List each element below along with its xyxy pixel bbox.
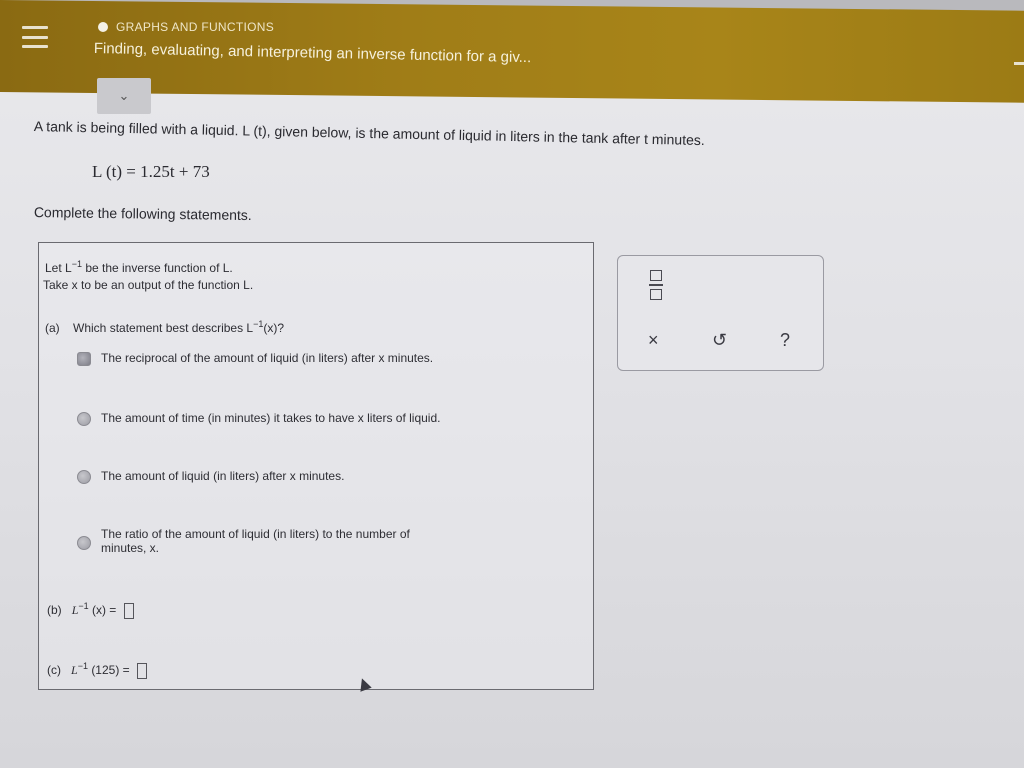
problem-prompt: A tank is being filled with a liquid. L … [33, 118, 705, 149]
option-reciprocal[interactable]: The reciprocal of the amount of liquid (… [77, 351, 433, 366]
radio-button[interactable] [77, 352, 91, 366]
answer-box-b[interactable] [123, 602, 134, 619]
math-toolbar: × ↺ ? [617, 255, 824, 371]
part-b: (b) L−1 (x) = [47, 601, 134, 619]
option-ratio[interactable]: The ratio of the amount of liquid (in li… [77, 527, 410, 555]
problem-equation: L (t) = 1.25t + 73 [92, 162, 210, 181]
clear-button[interactable]: × [648, 330, 659, 351]
right-edge-mark [1014, 62, 1024, 65]
option-label: The ratio of the amount of liquid (in li… [101, 527, 410, 555]
section-title: GRAPHS AND FUNCTIONS [116, 20, 275, 34]
part-a-question: (a) Which statement best describes L−1(x… [45, 319, 285, 335]
option-time[interactable]: The amount of time (in minutes) it takes… [77, 411, 440, 426]
radio-button[interactable] [77, 470, 91, 484]
section-label: GRAPHS AND FUNCTIONS [98, 20, 274, 34]
option-amount[interactable]: The amount of liquid (in liters) after x… [77, 469, 344, 484]
question-box: Let L−1 be the inverse function of L. Ta… [38, 242, 594, 690]
help-button[interactable]: ? [780, 330, 790, 351]
option-label: The amount of liquid (in liters) after x… [101, 469, 345, 483]
option-label: The reciprocal of the amount of liquid (… [101, 351, 434, 365]
radio-button[interactable] [77, 412, 91, 426]
let-line: Let L−1 be the inverse function of L. [45, 259, 233, 275]
expand-button[interactable]: ⌄ [97, 78, 151, 114]
problem-instructions: Complete the following statements. [33, 204, 252, 224]
option-label: The amount of time (in minutes) it takes… [101, 411, 441, 425]
answer-box-c[interactable] [137, 662, 148, 679]
take-line: Take x to be an output of the function L… [43, 278, 254, 292]
menu-icon[interactable] [22, 26, 48, 48]
radio-button[interactable] [77, 536, 91, 550]
chevron-down-icon: ⌄ [118, 88, 130, 103]
section-dot-icon [98, 22, 108, 32]
undo-button[interactable]: ↺ [712, 330, 727, 351]
part-c: (c) L−1 (125) = [47, 661, 148, 679]
fraction-icon[interactable] [648, 270, 664, 300]
